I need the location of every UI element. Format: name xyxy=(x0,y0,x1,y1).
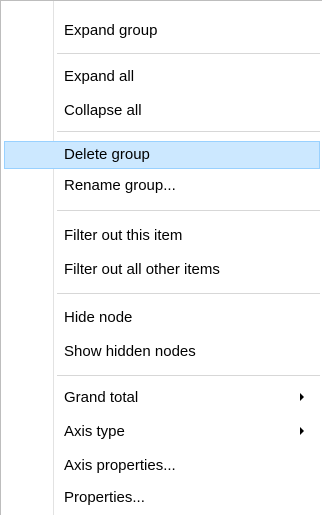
menu-item-hide-node[interactable]: Hide node xyxy=(4,304,320,332)
menu-separator xyxy=(57,53,320,54)
menu-separator xyxy=(57,210,320,211)
menu-item-label: Filter out all other items xyxy=(64,261,220,278)
menu-item-label: Properties... xyxy=(64,489,145,506)
menu-item-label: Grand total xyxy=(64,389,139,406)
chevron-right-icon xyxy=(300,393,304,401)
menu-item-axis-properties[interactable]: Axis properties... xyxy=(4,452,320,480)
menu-item-label: Filter out this item xyxy=(64,227,183,244)
menu-item-show-hidden-nodes[interactable]: Show hidden nodes xyxy=(4,338,320,366)
menu-item-label: Hide node xyxy=(64,309,133,326)
menu-item-properties[interactable]: Properties... xyxy=(4,484,320,512)
menu-item-label: Collapse all xyxy=(64,102,142,119)
chevron-right-icon xyxy=(300,427,304,435)
menu-item-expand-group[interactable]: Expand group xyxy=(4,17,320,45)
menu-item-label: Show hidden nodes xyxy=(64,343,196,360)
menu-item-label: Axis properties... xyxy=(64,457,176,474)
menu-item-grand-total[interactable]: Grand total xyxy=(4,384,320,412)
menu-separator xyxy=(57,293,320,294)
menu-item-expand-all[interactable]: Expand all xyxy=(4,63,320,91)
menu-item-collapse-all[interactable]: Collapse all xyxy=(4,97,320,125)
menu-item-label: Axis type xyxy=(64,423,125,440)
menu-item-label: Expand group xyxy=(64,22,158,39)
context-menu: Expand group Expand all Collapse all Del… xyxy=(0,0,322,515)
menu-item-label: Delete group xyxy=(64,146,150,163)
menu-item-rename-group[interactable]: Rename group... xyxy=(4,172,320,200)
menu-item-filter-out-others[interactable]: Filter out all other items xyxy=(4,256,320,284)
menu-item-label: Rename group... xyxy=(64,177,176,194)
menu-separator xyxy=(57,131,320,132)
menu-item-filter-out-item[interactable]: Filter out this item xyxy=(4,222,320,250)
menu-item-delete-group[interactable]: Delete group xyxy=(4,141,320,169)
menu-item-label: Expand all xyxy=(64,68,135,85)
menu-item-axis-type[interactable]: Axis type xyxy=(4,418,320,446)
menu-separator xyxy=(57,375,320,376)
